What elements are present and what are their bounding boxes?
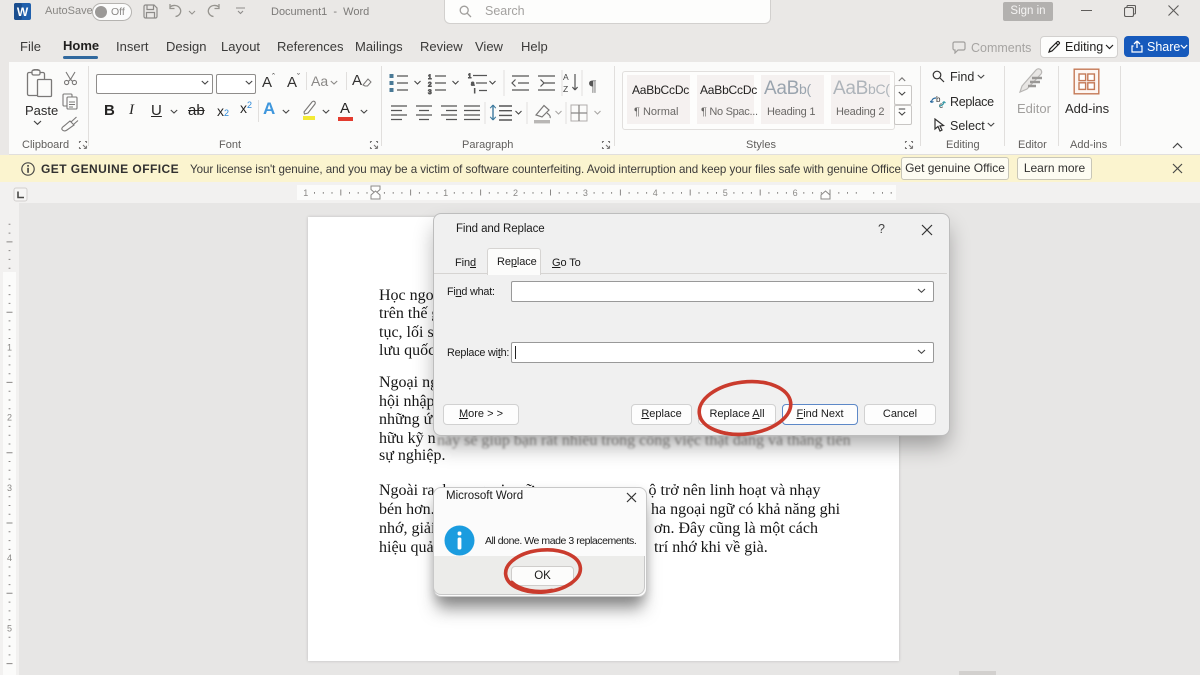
svg-text:1: 1 xyxy=(468,74,472,80)
svg-text:2: 2 xyxy=(513,188,518,198)
svg-text:4: 4 xyxy=(7,553,12,563)
svg-text:Z: Z xyxy=(563,84,568,94)
svg-text:5: 5 xyxy=(7,624,12,634)
svg-text:a: a xyxy=(471,82,475,88)
svg-text:A: A xyxy=(563,72,569,82)
svg-text:3: 3 xyxy=(428,89,432,96)
svg-text:3: 3 xyxy=(7,483,12,493)
svg-text:1: 1 xyxy=(443,188,448,198)
svg-text:1: 1 xyxy=(7,342,12,352)
svg-text:1: 1 xyxy=(303,188,308,198)
svg-text:i: i xyxy=(474,89,475,95)
svg-text:1: 1 xyxy=(428,74,432,81)
svg-text:3: 3 xyxy=(583,188,588,198)
svg-text:4: 4 xyxy=(653,188,658,198)
svg-text:2: 2 xyxy=(428,82,432,89)
svg-text:5: 5 xyxy=(723,188,728,198)
svg-text:W: W xyxy=(17,5,29,19)
svg-text:2: 2 xyxy=(7,413,12,423)
svg-text:6: 6 xyxy=(793,188,798,198)
svg-text:¶: ¶ xyxy=(589,78,597,95)
